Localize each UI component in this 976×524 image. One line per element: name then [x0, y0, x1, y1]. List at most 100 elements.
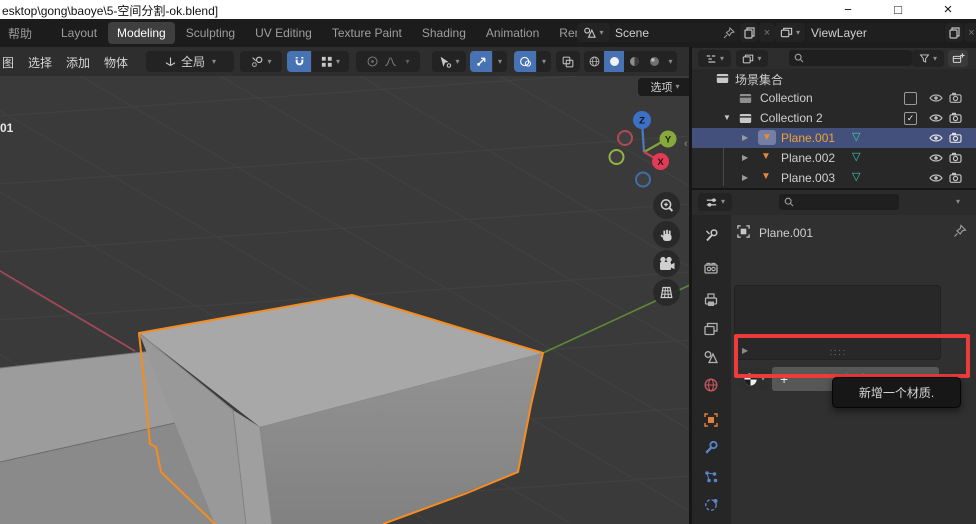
pan-button[interactable] — [653, 221, 680, 248]
properties-options-dropdown[interactable]: ▾ — [956, 198, 960, 206]
expand-triangle-icon[interactable]: ▶ — [742, 154, 748, 162]
browse-material-dropdown[interactable]: ▾ — [739, 368, 769, 390]
menu-add[interactable]: 添加 — [66, 54, 90, 71]
outliner-row-collection-2[interactable]: ▼ Collection 2 ✓ — [692, 108, 976, 128]
scene-type-dropdown[interactable]: ▾ — [577, 23, 610, 42]
outliner-display-mode-dropdown[interactable]: ▾ — [736, 50, 768, 67]
workspace-tab-animation[interactable]: Animation — [477, 22, 548, 44]
pin-icon[interactable] — [723, 27, 735, 39]
new-collection-button[interactable] — [948, 50, 968, 67]
tab-render[interactable] — [703, 260, 719, 276]
expand-triangle-icon[interactable]: ▶ — [742, 346, 748, 355]
remove-viewlayer-button[interactable]: × — [964, 23, 976, 42]
mesh-data-icon[interactable]: ▽ — [852, 170, 860, 183]
camera-restrict-icon[interactable] — [949, 132, 962, 143]
tab-modifiers[interactable] — [703, 440, 719, 456]
properties-editor-type-dropdown[interactable]: ▾ — [698, 193, 732, 211]
menu-select[interactable]: 选择 — [28, 54, 52, 71]
pin-icon[interactable] — [953, 224, 967, 238]
tab-particles[interactable] — [703, 469, 719, 485]
viewport-3d[interactable]: Z Y X 01 选项 ▾ ‹ — [0, 76, 690, 524]
snap-target-dropdown[interactable]: ▾ — [312, 51, 349, 72]
outliner-row-collection[interactable]: Collection — [692, 88, 976, 108]
snap-toggle-button[interactable] — [287, 51, 311, 72]
new-viewlayer-button[interactable] — [945, 23, 963, 42]
tab-view-layer[interactable] — [703, 321, 719, 337]
outliner-search-input[interactable] — [789, 50, 912, 66]
mesh-data-icon[interactable]: ▽ — [852, 150, 860, 163]
shading-dropdown[interactable]: ▾ — [664, 51, 677, 72]
unlink-scene-button[interactable]: × — [759, 23, 775, 42]
workspace-tab-texture-paint[interactable]: Texture Paint — [323, 22, 411, 44]
outliner-row-plane-002[interactable]: ▶ ▼ Plane.002 ▽ — [692, 148, 976, 168]
eye-icon[interactable] — [929, 173, 943, 183]
tab-output[interactable] — [703, 292, 719, 308]
tab-object[interactable] — [703, 412, 719, 428]
workspace-tab-uv-editing[interactable]: UV Editing — [246, 22, 321, 44]
proportional-editing-group[interactable]: ▾ — [356, 51, 420, 72]
menu-view[interactable]: 图 — [2, 54, 14, 71]
exclude-checkbox[interactable]: ✓ — [904, 112, 917, 125]
eye-icon[interactable] — [929, 113, 943, 123]
gizmo-minus-y-axis[interactable] — [610, 150, 624, 164]
resize-grip[interactable]: ········ — [823, 349, 853, 357]
xray-toggle-button[interactable] — [556, 51, 580, 72]
shading-rendered-button[interactable] — [644, 51, 664, 72]
maximize-button[interactable]: □ — [884, 0, 912, 19]
menu-object[interactable]: 物体 — [104, 54, 128, 71]
minimize-button[interactable]: − — [834, 0, 862, 19]
camera-restrict-icon[interactable] — [949, 112, 962, 123]
tab-physics[interactable] — [703, 497, 719, 513]
expand-triangle-icon[interactable]: ▶ — [742, 134, 748, 142]
shading-material-button[interactable] — [624, 51, 644, 72]
camera-restrict-icon[interactable] — [949, 92, 962, 103]
gizmo-minus-z-axis[interactable] — [636, 173, 650, 187]
workspace-tab-modeling[interactable]: Modeling — [108, 22, 175, 44]
collapse-triangle-icon[interactable]: ▼ — [723, 114, 731, 122]
overlays-toggle-button[interactable] — [514, 51, 536, 72]
tab-tool[interactable] — [703, 228, 719, 244]
exclude-checkbox[interactable] — [904, 92, 917, 105]
navigation-gizmo[interactable]: Z Y X — [610, 111, 677, 187]
breadcrumb[interactable]: Plane.001 — [759, 226, 813, 240]
camera-view-button[interactable] — [653, 250, 680, 277]
material-slot-list[interactable]: ▶ ········ — [734, 285, 941, 360]
menu-help[interactable]: 帮助 — [8, 25, 32, 42]
viewport-canvas[interactable]: Z Y X — [0, 76, 690, 524]
expand-triangle-icon[interactable]: ▶ — [742, 174, 748, 182]
orthographic-toggle-button[interactable] — [653, 279, 680, 306]
camera-restrict-icon[interactable] — [949, 152, 962, 163]
outliner-row-plane-003[interactable]: ▶ ▼ Plane.003 ▽ — [692, 168, 976, 188]
gizmo-dropdown[interactable]: ▾ — [493, 51, 507, 72]
camera-restrict-icon[interactable] — [949, 172, 962, 183]
shading-solid-button[interactable] — [604, 51, 624, 72]
overlays-dropdown[interactable]: ▾ — [537, 51, 551, 72]
mesh-data-icon[interactable]: ▽ — [852, 130, 860, 143]
eye-icon[interactable] — [929, 133, 943, 143]
close-button[interactable]: × — [934, 0, 962, 19]
outliner-row-scene-collection[interactable]: 场景集合 — [692, 68, 976, 88]
outliner-row-plane-001[interactable]: ▶ ▼ Plane.001 ▽ — [692, 128, 976, 148]
zoom-button[interactable] — [653, 192, 680, 219]
show-gizmo-dropdown[interactable]: ▾ — [432, 51, 466, 72]
transform-orientation-dropdown[interactable]: 全局 ▾ — [146, 51, 234, 72]
workspace-tab-sculpting[interactable]: Sculpting — [177, 22, 244, 44]
tab-scene[interactable] — [703, 349, 719, 365]
workspace-tab-layout[interactable]: Layout — [52, 22, 106, 44]
workspace-tab-shading[interactable]: Shading — [413, 22, 475, 44]
pivot-point-dropdown[interactable]: ▾ — [240, 51, 282, 72]
sidebar-collapse-arrow[interactable]: ‹ — [684, 138, 688, 150]
scene-name-field[interactable]: Scene — [611, 23, 739, 42]
viewlayer-name-field[interactable]: ViewLayer — [806, 23, 944, 42]
shading-wireframe-button[interactable] — [584, 51, 604, 72]
gizmo-toggle-button[interactable] — [470, 51, 492, 72]
viewlayer-type-dropdown[interactable]: ▾ — [775, 23, 805, 42]
tab-world[interactable] — [703, 377, 719, 393]
outliner-editor-type-dropdown[interactable]: ▾ — [698, 50, 731, 67]
new-scene-button[interactable] — [740, 23, 758, 42]
eye-icon[interactable] — [929, 153, 943, 163]
viewport-options-dropdown[interactable]: 选项 ▾ — [638, 78, 692, 96]
gizmo-minus-x-axis[interactable] — [618, 131, 632, 145]
eye-icon[interactable] — [929, 93, 943, 103]
outliner-filter-dropdown[interactable]: ▾ — [912, 50, 944, 67]
